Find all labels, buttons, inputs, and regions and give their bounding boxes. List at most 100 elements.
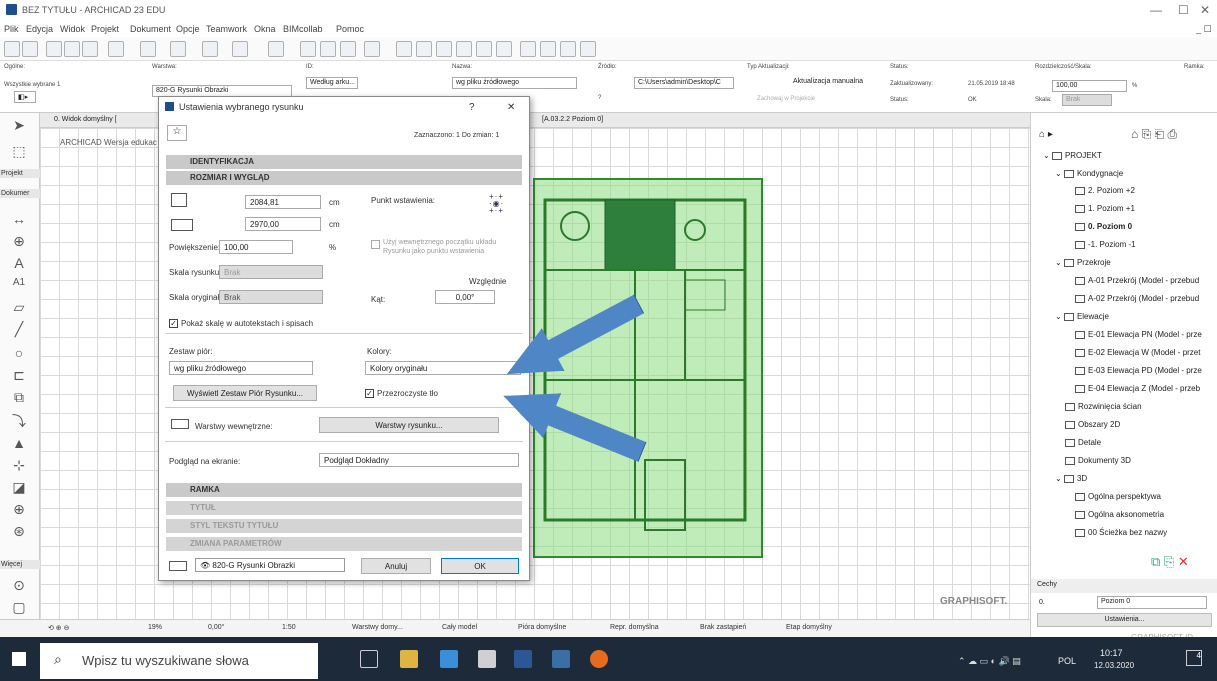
nav-kondygnacje[interactable]: ⌄ Kondygnacje — [1055, 169, 1123, 178]
kolory-select[interactable]: Kolory oryginału — [365, 361, 521, 375]
pokaz-checkbox[interactable]: ✓ — [169, 319, 178, 328]
notification-icon[interactable]: 4 — [1186, 650, 1202, 666]
nav-aksonometria[interactable]: Ogólna aksonometria — [1075, 510, 1164, 519]
footer-layer-select[interactable]: 👁 820-G Rysunki Obrazki — [195, 558, 345, 572]
tool-icon[interactable] — [364, 41, 380, 57]
zoom-level[interactable]: 19% — [148, 624, 162, 631]
elevation-tool-icon[interactable]: ▲ — [8, 435, 30, 455]
tab-plan[interactable]: [A.03.2.2 Poziom 0] — [542, 116, 603, 123]
menu-edycja[interactable]: Edycja — [26, 24, 53, 34]
uzyj-checkbox[interactable] — [371, 240, 380, 249]
project-map-icon[interactable]: ⌂ ▸ — [1039, 129, 1053, 140]
line-tool-icon[interactable]: ╱ — [8, 321, 30, 341]
taskbar-search-input[interactable]: ⌕ Wpisz tu wyszukiwane słowa — [40, 643, 318, 679]
house-icon[interactable] — [496, 41, 512, 57]
cechy-name-field[interactable]: Poziom 0 — [1097, 596, 1207, 609]
windows-start-icon[interactable] — [12, 652, 26, 666]
grid-icon[interactable] — [202, 41, 218, 57]
trace-icon[interactable] — [396, 41, 412, 57]
pens-combo[interactable]: Pióra domyślne — [518, 624, 566, 631]
dimension-icon[interactable] — [436, 41, 452, 57]
nav-perspektywa[interactable]: Ogólna perspektywa — [1075, 492, 1161, 501]
angle-value[interactable]: 0,00° — [208, 624, 224, 631]
text-tool-icon[interactable]: A — [8, 255, 30, 275]
cechy-header[interactable]: Cechy — [1031, 579, 1217, 593]
detail-tool-icon[interactable]: ⊕ — [8, 501, 30, 521]
zestaw-select[interactable]: wg pliku źródłowego — [169, 361, 313, 375]
menu-dokument[interactable]: Dokument — [130, 24, 171, 34]
level-tool-icon[interactable]: ⊕ — [8, 233, 30, 253]
nav-action-icons[interactable]: ⧉ ⎘ ✕ — [1151, 554, 1189, 570]
minimize-button[interactable]: — — [1150, 3, 1162, 17]
section-styl[interactable]: STYL TEKSTU TYTUŁU — [166, 519, 522, 533]
nav-story-0[interactable]: 0. Poziom 0 — [1075, 222, 1132, 231]
magic-wand-icon[interactable] — [82, 41, 98, 57]
pencil-icon[interactable] — [540, 41, 556, 57]
skala2-field[interactable]: Brak — [1062, 94, 1112, 106]
favorites-star-icon[interactable]: ☆ — [167, 125, 187, 141]
tab-view[interactable]: 0. Widok domyślny [ — [54, 116, 117, 123]
label-tool-icon[interactable]: A1 — [8, 277, 30, 297]
wall-icon[interactable] — [140, 41, 156, 57]
id-field[interactable]: Według arku... — [306, 77, 358, 89]
width-field[interactable]: 2084,81 — [245, 195, 321, 209]
wyswietl-button[interactable]: Wyświetl Zestaw Piór Rysunku... — [173, 385, 317, 401]
skala-field[interactable]: 100,00 — [1052, 80, 1127, 92]
language-indicator[interactable]: POL — [1058, 656, 1076, 666]
nav-rozwiniecia[interactable]: Rozwinięcia ścian — [1065, 402, 1142, 411]
line-icon[interactable] — [232, 41, 248, 57]
nav-section-a01[interactable]: A-01 Przekrój (Model - przebud — [1075, 276, 1199, 285]
polyline-tool-icon[interactable]: ⊏ — [8, 367, 30, 387]
redo-icon[interactable] — [22, 41, 38, 57]
3d-document-tool-icon[interactable]: ⊛ — [8, 523, 30, 543]
nav-obszary[interactable]: Obszary 2D — [1065, 420, 1120, 429]
nav-section-a02[interactable]: A-02 Przekrój (Model - przebud — [1075, 294, 1199, 303]
nav-projekt[interactable]: ⌄ PROJEKT — [1043, 151, 1102, 160]
section-tool-icon[interactable]: ⤵ — [8, 411, 30, 431]
arrow-tool-icon[interactable]: ➤ — [8, 117, 30, 137]
ok-button[interactable]: OK — [441, 558, 519, 574]
warstwy-button[interactable]: Warstwy rysunku... — [319, 417, 499, 433]
section-identyfikacja[interactable]: IDENTYFIKACJA — [166, 155, 522, 169]
nav-elev-e03[interactable]: E-03 Elewacja PD (Model - prze — [1075, 366, 1202, 375]
nazwa-field[interactable]: wg pliku źródłowego — [452, 77, 577, 89]
anchor-point-icon[interactable]: +·+ ·◉· +·+ — [489, 193, 515, 215]
floor-plan-drawing[interactable] — [533, 178, 763, 558]
marquee-icon[interactable] — [560, 41, 576, 57]
zrodlo-field[interactable]: C:\Users\admin\Desktop\C — [634, 77, 734, 89]
typ-field[interactable]: Aktualizacja manualna — [790, 77, 880, 89]
kat-field[interactable]: 0,00° — [435, 290, 495, 304]
undo-icon[interactable] — [4, 41, 20, 57]
nav-elev-e02[interactable]: E-02 Elewacja W (Model - przet — [1075, 348, 1200, 357]
powiekszenie-field[interactable]: 100,00 — [219, 240, 293, 254]
menu-pomoc[interactable]: Pomoc — [336, 24, 364, 34]
nav-sciezka[interactable]: 00 Ścieżka bez nazwy — [1075, 528, 1167, 537]
drawing-tool-icon[interactable]: ⧉ — [8, 389, 30, 409]
nav-elev-e01[interactable]: E-01 Elewacja PN (Model - prze — [1075, 330, 1202, 339]
skala-rysunku-field[interactable]: Brak — [219, 265, 323, 279]
align-icon[interactable] — [520, 41, 536, 57]
height-field[interactable]: 2970,00 — [245, 217, 321, 231]
nav-story-2[interactable]: 2. Poziom +2 — [1075, 186, 1135, 195]
nav-przekroje[interactable]: ⌄ Przekroje — [1055, 258, 1111, 267]
arrow-tool-icon[interactable] — [108, 41, 124, 57]
menu-bimcollab[interactable]: BIMcollab — [283, 24, 323, 34]
clock-time[interactable]: 10:17 — [1100, 648, 1123, 658]
fill-icon[interactable] — [268, 41, 284, 57]
arc-icon[interactable] — [456, 41, 472, 57]
nav-elev-e04[interactable]: E-04 Elewacja Z (Model - przeb — [1075, 384, 1200, 393]
phase-combo[interactable]: Etap domyślny — [786, 624, 832, 631]
task-view-icon[interactable] — [360, 650, 378, 668]
ustawienia-button[interactable]: Ustawienia... — [1037, 613, 1212, 627]
calculator-icon[interactable] — [478, 650, 496, 668]
render-icon[interactable] — [580, 41, 596, 57]
slab-icon[interactable] — [170, 41, 186, 57]
circle-tool-icon[interactable]: ○ — [8, 345, 30, 365]
chrome-icon[interactable] — [590, 650, 608, 668]
menu-opcje[interactable]: Opcje — [176, 24, 200, 34]
marquee-tool-icon[interactable]: ⬚ — [8, 143, 30, 163]
nav-story-minus1[interactable]: -1. Poziom -1 — [1075, 240, 1136, 249]
dialog-help-button[interactable]: ? — [469, 102, 475, 113]
wzglednie-label[interactable]: Względnie — [469, 277, 506, 286]
navigator-mode-icons[interactable]: ⌂ ⎘ ⎗ ⎙ — [1131, 127, 1177, 142]
